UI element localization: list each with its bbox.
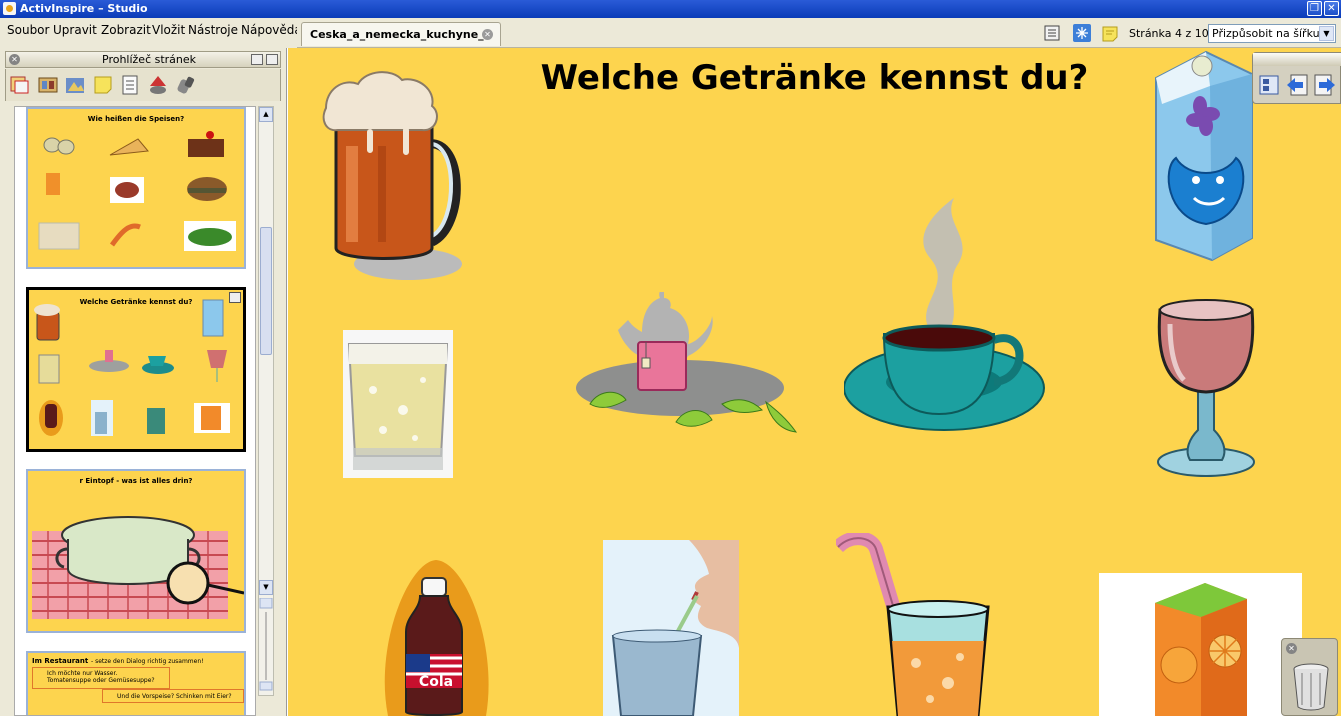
resource-browser-icon[interactable] bbox=[37, 74, 59, 96]
tab-strip: Ceska_a_nemecka_kuchyne_ ✕ Stránka 4 z 1… bbox=[297, 18, 1341, 48]
sparkling-water-image[interactable] bbox=[343, 330, 453, 478]
cola-bottle-image[interactable]: Cola bbox=[378, 558, 494, 716]
snowflake-icon[interactable] bbox=[1073, 24, 1091, 42]
app-icon bbox=[3, 2, 16, 15]
trash-close-icon[interactable]: ✕ bbox=[1286, 643, 1297, 654]
beer-mug-image[interactable] bbox=[318, 66, 468, 284]
tab-close-icon[interactable]: ✕ bbox=[482, 29, 493, 40]
action-browser-icon[interactable] bbox=[147, 74, 169, 96]
window-title: ActivInspire – Studio bbox=[20, 2, 148, 15]
title-bar: ActivInspire – Studio ❐ ✕ bbox=[0, 0, 1341, 18]
voting-browser-icon[interactable] bbox=[175, 74, 197, 96]
page-thumbnail-4-selected[interactable]: Welche Getränke kennst du? bbox=[26, 287, 246, 452]
close-icon[interactable]: ✕ bbox=[1324, 1, 1339, 16]
page-thumbnails: Wie heißen die Speisen? Welche Getränke … bbox=[14, 106, 256, 716]
trash-icon bbox=[1293, 663, 1329, 711]
restore-icon[interactable]: ❐ bbox=[1307, 1, 1322, 16]
browser-pin-icon[interactable] bbox=[266, 54, 278, 65]
page-thumbnail-6[interactable]: Im Restaurant - setze den Dialog richtig… bbox=[26, 651, 246, 715]
thumbnail-pot-image bbox=[32, 516, 244, 619]
page-indicator: Stránka 4 z 10 bbox=[1129, 27, 1209, 40]
menu-vlozit[interactable]: Vložit bbox=[152, 23, 185, 37]
page-browser-icon[interactable] bbox=[1257, 73, 1281, 97]
page-browser-header: ✕ Prohlížeč stránek bbox=[5, 51, 281, 68]
page-thumbnail-5[interactable]: r Eintopf - was ist alles drin? bbox=[26, 469, 246, 633]
menu-nastroje[interactable]: Nástroje bbox=[188, 23, 238, 37]
activinspire-window: ActivInspire – Studio ❐ ✕ Soubor Upravit… bbox=[0, 0, 1341, 716]
dialog-box: Ich möchte nur Wasser. Tomatensuppe oder… bbox=[32, 667, 170, 689]
floating-toolbox bbox=[1252, 52, 1341, 104]
browser-toolbar bbox=[5, 69, 281, 101]
page-notes-icon bbox=[229, 292, 241, 303]
cola-label: Cola bbox=[419, 674, 453, 690]
scroll-up-icon[interactable]: ▲ bbox=[259, 107, 273, 122]
toolbox-titlebar[interactable] bbox=[1253, 53, 1341, 66]
page-notes-icon[interactable] bbox=[1043, 24, 1061, 42]
page-thumbnail-3[interactable]: Wie heißen die Speisen? bbox=[26, 107, 246, 269]
flipchart-page: Welche Getränke kennst du? Cola bbox=[288, 48, 1341, 716]
page-browser: ✕ Prohlížeč stránek Wie heißen die Speis… bbox=[0, 48, 287, 716]
trash-can[interactable]: ✕ bbox=[1281, 638, 1338, 716]
menu-soubor[interactable]: Soubor bbox=[7, 23, 49, 37]
menu-bar: Soubor Upravit Zobrazit Vložit Nástroje … bbox=[0, 18, 302, 48]
orange-juice-straw-image[interactable] bbox=[836, 533, 994, 716]
orange-juice-carton-image[interactable] bbox=[1099, 573, 1302, 716]
page-browser-icon[interactable] bbox=[9, 74, 31, 96]
browser-close-icon[interactable]: ✕ bbox=[9, 54, 20, 65]
thumbnail-size-slider[interactable] bbox=[258, 598, 274, 698]
dialog-line: Ich möchte nur Wasser. bbox=[47, 670, 118, 677]
thumbnail-drink-images bbox=[34, 299, 230, 436]
dialog-line: Tomatensuppe oder Gemüsesuppe? bbox=[47, 677, 155, 684]
document-tab-label: Ceska_a_nemecka_kuchyne_ bbox=[310, 28, 484, 41]
thumbnail-title: Im Restaurant bbox=[32, 657, 89, 665]
property-browser-icon[interactable] bbox=[119, 74, 141, 96]
chevron-down-icon[interactable]: ▼ bbox=[1319, 26, 1334, 41]
zoom-value: Přizpůsobit na šířku bbox=[1212, 27, 1320, 40]
next-page-icon[interactable] bbox=[1313, 73, 1337, 97]
document-tab[interactable]: Ceska_a_nemecka_kuchyne_ ✕ bbox=[301, 22, 501, 46]
notes-browser-icon[interactable] bbox=[92, 74, 114, 96]
sticky-note-icon[interactable] bbox=[1101, 24, 1119, 42]
coffee-cup-image[interactable] bbox=[844, 188, 1049, 440]
scroll-down-icon[interactable]: ▼ bbox=[259, 580, 273, 595]
previous-page-icon[interactable] bbox=[1285, 73, 1309, 97]
menu-zobrazit[interactable]: Zobrazit bbox=[101, 23, 151, 37]
drinking-water-image[interactable] bbox=[603, 540, 739, 716]
zoom-select[interactable]: Přizpůsobit na šířku ▼ bbox=[1208, 24, 1336, 43]
wine-glass-image[interactable] bbox=[1154, 294, 1258, 482]
milk-carton-image[interactable] bbox=[1136, 48, 1266, 266]
object-browser-icon[interactable] bbox=[64, 74, 86, 96]
thumbnail-food-images bbox=[38, 131, 236, 251]
tea-image[interactable] bbox=[576, 292, 798, 438]
browser-menu-icon[interactable] bbox=[251, 54, 263, 65]
thumbnail-subtitle: - setze den Dialog richtig zusammen! bbox=[91, 658, 204, 665]
menu-upravit[interactable]: Upravit bbox=[53, 23, 97, 37]
page-browser-title: Prohlížeč stránek bbox=[102, 53, 197, 66]
menu-napoveda[interactable]: Nápověda bbox=[241, 23, 302, 37]
dialog-line: Und die Vorspeise? Schinken mit Eier? bbox=[102, 689, 244, 703]
scrollbar-thumb[interactable] bbox=[260, 227, 272, 355]
